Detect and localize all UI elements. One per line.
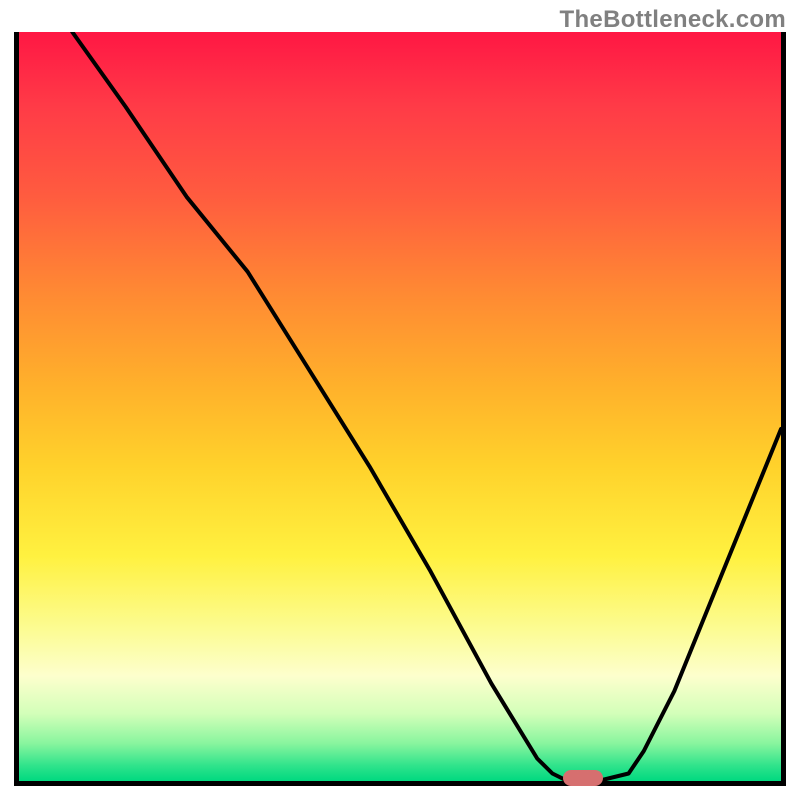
chart-canvas: TheBottleneck.com	[0, 0, 800, 800]
optimum-marker	[563, 770, 603, 786]
curve-layer	[19, 32, 781, 781]
watermark-text: TheBottleneck.com	[560, 6, 786, 34]
plot-area	[14, 32, 786, 786]
bottleneck-curve-path	[72, 32, 781, 781]
